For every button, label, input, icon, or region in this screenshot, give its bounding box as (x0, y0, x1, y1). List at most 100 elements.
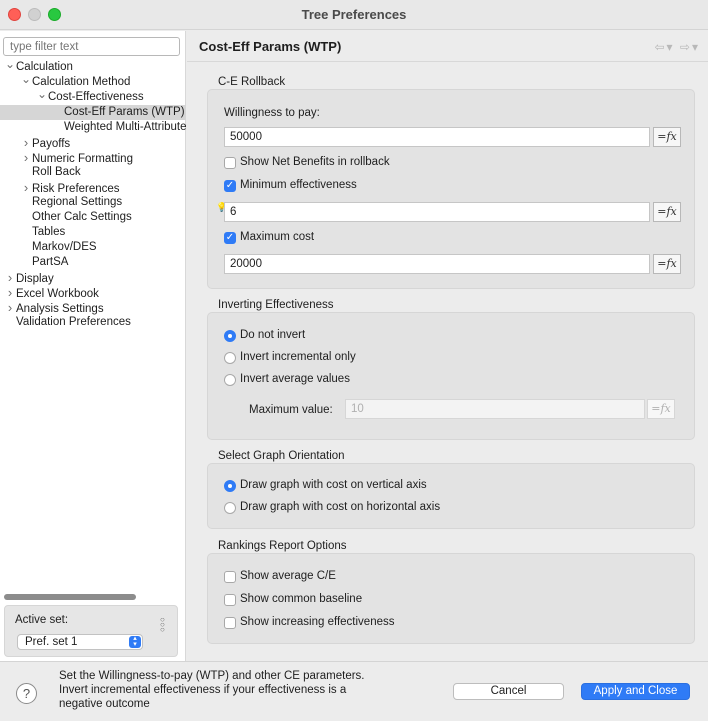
show-common-baseline-checkbox[interactable] (224, 594, 236, 606)
max-cost-label: Maximum cost (240, 231, 315, 243)
maximum-value-label: Maximum value: (249, 404, 333, 416)
title-bar: Tree Preferences (0, 0, 708, 30)
tree-item[interactable]: Other Calc Settings (0, 210, 186, 225)
active-set-value: Pref. set 1 (25, 636, 78, 648)
tree-item-label: Cost-Eff Params (WTP) (64, 106, 185, 118)
invert-incremental-label: Invert incremental only (240, 351, 356, 363)
chevron-updown-icon: ▴ ▾ (129, 635, 141, 648)
tree-item[interactable]: PartSA (0, 255, 186, 270)
tree-item-label: Weighted Multi-Attribute (64, 121, 186, 133)
max-cost-checkbox[interactable]: ✓ (224, 232, 236, 244)
chevron-down-icon[interactable]: ⌄ (4, 60, 16, 70)
tree-item-label: Analysis Settings (16, 303, 104, 315)
maximum-value-field[interactable]: 10 (345, 399, 645, 419)
help-icon[interactable]: ? (16, 683, 37, 704)
max-cost-formula-button[interactable]: =fx (653, 254, 681, 274)
cost-horizontal-radio[interactable] (224, 502, 236, 514)
show-average-ce-checkbox[interactable] (224, 571, 236, 583)
tree-item[interactable]: › Numeric Formatting (0, 150, 186, 165)
min-effectiveness-checkbox[interactable]: ✓ (224, 180, 236, 192)
tree-item-label: Calculation (16, 61, 73, 73)
tree-item-label: Validation Preferences (16, 316, 131, 328)
tree-item[interactable]: Roll Back (0, 165, 186, 180)
window-title: Tree Preferences (301, 7, 407, 22)
ce-rollback-heading: C-E Rollback (218, 76, 286, 88)
tree-item[interactable]: Markov/DES (0, 240, 186, 255)
preferences-sidebar: ⌄Calculation⌄Calculation Method⌄Cost-Eff… (0, 31, 186, 661)
tree-item-label: Regional Settings (32, 196, 123, 208)
max-cost-field[interactable]: 20000 (224, 254, 650, 274)
chevron-down-icon[interactable]: ⌄ (20, 75, 32, 85)
chevron-right-icon[interactable]: › (20, 180, 32, 195)
tree-item-label: Payoffs (32, 138, 71, 150)
invert-average-radio[interactable] (224, 374, 236, 386)
wtp-field[interactable]: 50000 (224, 127, 650, 147)
tree-item-label: Display (16, 273, 54, 285)
tree-item[interactable]: Validation Preferences (0, 315, 186, 330)
min-effectiveness-field[interactable]: 6 (224, 202, 650, 222)
back-arrow-icon[interactable]: ⇦▾ (655, 40, 675, 54)
ce-rollback-group: Willingness to pay: 50000 =fx Show Net B… (207, 89, 695, 289)
do-not-invert-label: Do not invert (240, 329, 306, 341)
tree-item-label: Other Calc Settings (32, 211, 132, 223)
max-value-formula-button[interactable]: =fx (647, 399, 675, 419)
chevron-right-icon[interactable]: › (20, 135, 32, 150)
tree-item-label: Excel Workbook (16, 288, 99, 300)
cost-vertical-radio[interactable] (224, 480, 236, 492)
invert-average-label: Invert average values (240, 373, 350, 385)
show-common-baseline-label: Show common baseline (240, 593, 363, 605)
chevron-right-icon[interactable]: › (4, 270, 16, 285)
tree-item[interactable]: ⌄Calculation Method (0, 75, 186, 90)
tree-item[interactable]: Weighted Multi-Attribute (0, 120, 186, 135)
wtp-formula-button[interactable]: =fx (653, 127, 681, 147)
inverting-heading: Inverting Effectiveness (218, 299, 334, 311)
filter-input[interactable] (3, 37, 180, 56)
min-effectiveness-label: Minimum effectiveness (240, 179, 357, 191)
cost-vertical-label: Draw graph with cost on vertical axis (240, 479, 427, 491)
inverting-group: Do not invert Invert incremental only In… (207, 312, 695, 440)
tree-item[interactable]: Cost-Eff Params (WTP) (0, 105, 186, 120)
tree-item[interactable]: › Analysis Settings (0, 300, 186, 315)
apply-and-close-button[interactable]: Apply and Close (581, 683, 690, 700)
min-eff-formula-button[interactable]: =fx (653, 202, 681, 222)
show-net-benefits-checkbox[interactable] (224, 157, 236, 169)
graph-orientation-heading: Select Graph Orientation (218, 450, 345, 462)
preference-page: Cost-Eff Params (WTP) ⇦▾ ⇨▾ C-E Rollback… (187, 31, 708, 661)
forward-arrow-icon[interactable]: ⇨▾ (680, 40, 700, 54)
do-not-invert-radio[interactable] (224, 330, 236, 342)
cost-horizontal-label: Draw graph with cost on horizontal axis (240, 501, 441, 513)
cancel-button[interactable]: Cancel (453, 683, 564, 700)
tree-item-label: Roll Back (32, 166, 81, 178)
rankings-group: Show average C/E Show common baseline Sh… (207, 553, 695, 644)
chevron-right-icon[interactable]: › (4, 285, 16, 300)
show-average-ce-label: Show average C/E (240, 570, 336, 582)
invert-incremental-radio[interactable] (224, 352, 236, 364)
tree-item[interactable]: ⌄Cost-Effectiveness (0, 90, 186, 105)
tree-item[interactable]: Tables (0, 225, 186, 240)
page-title: Cost-Eff Params (WTP) (199, 39, 342, 54)
history-nav: ⇦▾ ⇨▾ (655, 40, 701, 54)
show-increasing-eff-checkbox[interactable] (224, 617, 236, 629)
tree-item-label: Calculation Method (32, 76, 131, 88)
active-set-select[interactable]: Pref. set 1 ▴ ▾ (17, 634, 143, 650)
tree-item-label: Risk Preferences (32, 183, 120, 195)
tree-item[interactable]: › Excel Workbook (0, 285, 186, 300)
chevron-down-icon[interactable]: ⌄ (36, 90, 48, 100)
tree-item[interactable]: Regional Settings (0, 195, 186, 210)
tree-item[interactable]: › Payoffs (0, 135, 186, 150)
dialog-footer: ? Set the Willingness-to-pay (WTP) and o… (0, 661, 708, 721)
tree-item[interactable]: › Display (0, 270, 186, 285)
chevron-right-icon[interactable]: › (20, 150, 32, 165)
active-set-panel: Active set: Pref. set 1 ▴ ▾ ○ ○ ○ (4, 605, 178, 657)
tree-item[interactable]: ⌄Calculation (0, 60, 186, 75)
tree-item-label: PartSA (32, 256, 69, 268)
graph-orientation-group: Draw graph with cost on vertical axis Dr… (207, 463, 695, 529)
chevron-right-icon[interactable]: › (4, 300, 16, 315)
page-description: Set the Willingness-to-pay (WTP) and oth… (59, 670, 365, 710)
tree-item[interactable]: › Risk Preferences (0, 180, 186, 195)
horizontal-scrollbar[interactable] (4, 594, 136, 600)
show-increasing-eff-label: Show increasing effectiveness (240, 616, 395, 628)
more-options-icon[interactable]: ○ ○ ○ (160, 616, 166, 634)
tree-item-label: Numeric Formatting (32, 153, 133, 165)
tree-item-label: Tables (32, 226, 66, 238)
